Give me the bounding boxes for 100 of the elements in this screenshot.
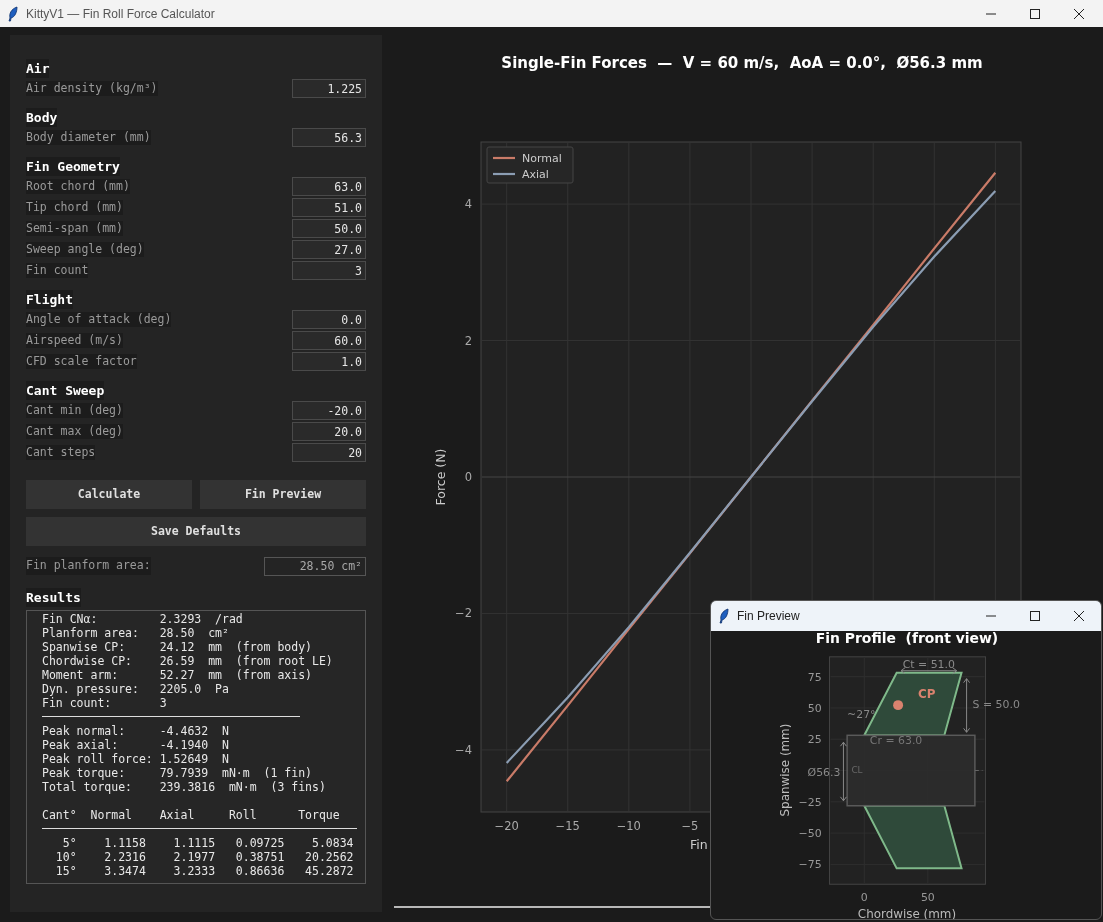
y-tick-label: −75 — [798, 858, 822, 872]
x-tick-label: −15 — [555, 819, 580, 833]
field-label: Body diameter (mm) — [26, 130, 151, 145]
input-field[interactable]: 1.0 — [292, 352, 366, 371]
input-field[interactable]: 56.3 — [292, 128, 366, 147]
angle-label: ~27° — [847, 708, 876, 722]
table-cell-text: 0.09725 — [234, 836, 285, 850]
section-heading: Fin Geometry — [26, 157, 120, 176]
dimension-arrow — [963, 678, 971, 733]
result-label: Peak axial: — [42, 738, 120, 752]
input-field[interactable]: -20.0 — [292, 401, 366, 420]
section-heading: Air — [26, 59, 50, 78]
result-value: 79.7939 mN·m (1 fin) — [159, 766, 312, 780]
input-field[interactable]: 60.0 — [292, 331, 366, 350]
result-label: Fin CNα: — [42, 612, 99, 626]
result-value: 28.50 cm² — [159, 626, 229, 640]
column-header: Torque — [298, 808, 341, 822]
feather-icon — [718, 608, 730, 624]
table-cell-text: 15° — [54, 864, 77, 878]
dimension-arrow — [900, 667, 958, 675]
section-heading: Body — [26, 108, 58, 127]
table-cell-text: 2.1977 — [172, 850, 216, 864]
input-field[interactable]: 63.0 — [292, 177, 366, 196]
field-label: Sweep angle (deg) — [26, 242, 144, 257]
input-field[interactable]: 27.0 — [292, 240, 366, 259]
cp-label: CP — [917, 686, 936, 701]
legend-label: Normal — [522, 152, 562, 165]
section-heading: Cant Sweep — [26, 381, 105, 400]
field-label: Cant max (deg) — [26, 424, 123, 439]
field-label: Semi-span (mm) — [26, 221, 123, 236]
input-field[interactable]: 20.0 — [292, 422, 366, 441]
table-cell-text: 1.1158 — [103, 836, 146, 850]
close-icon — [1073, 7, 1085, 20]
input-field[interactable]: 0.0 — [292, 310, 366, 329]
result-label: Chordwise CP: — [42, 654, 133, 668]
input-field[interactable]: 1.225 — [292, 79, 366, 98]
table-cell-text: 0.38751 — [234, 850, 285, 864]
result-label: Moment arm: — [42, 668, 120, 682]
y-tick-label: −4 — [455, 742, 472, 757]
result-value: 26.59 mm (from root LE) — [159, 654, 333, 668]
table-cell-text: 3.2333 — [172, 864, 216, 878]
result-label: Peak normal: — [42, 724, 127, 738]
result-value: 1.52649 N — [159, 752, 229, 766]
table-cell-text: 45.2872 — [304, 864, 354, 878]
y-tick-label: 4 — [464, 197, 472, 212]
legend-label: Axial — [522, 168, 549, 181]
input-field[interactable]: 51.0 — [292, 198, 366, 217]
table-cell-text: 2.2316 — [103, 850, 146, 864]
result-value: 52.27 mm (from axis) — [159, 668, 312, 682]
result-label: Total torque: — [42, 780, 133, 794]
column-header: Normal — [90, 808, 133, 822]
x-tick-label: −20 — [494, 819, 519, 833]
table-cell-text: 3.3474 — [103, 864, 146, 878]
y-tick-label: 75 — [807, 670, 822, 684]
y-tick-label: 2 — [464, 333, 472, 348]
dimension-label: S = 50.0 — [972, 698, 1020, 712]
column-header: Axial — [159, 808, 196, 822]
result-label: Spanwise CP: — [42, 640, 127, 654]
x-tick-label: −10 — [616, 819, 641, 833]
x-axis-label: Fin — [690, 837, 708, 852]
result-value: -4.4632 N — [159, 724, 229, 738]
dimension-label: Ct = 51.0 — [902, 657, 955, 671]
result-value: 3 — [159, 696, 167, 710]
result-value: -4.1940 N — [159, 738, 229, 752]
result-label: Peak torque: — [42, 766, 127, 780]
y-tick-label: 0 — [464, 470, 472, 484]
field-label: Cant steps — [26, 445, 96, 460]
result-label: Dyn. pressure: — [42, 682, 140, 696]
table-cell-text: 10° — [54, 850, 77, 864]
field-label: CFD scale factor — [26, 354, 137, 369]
y-tick-label: 25 — [807, 733, 822, 747]
input-field[interactable]: 20 — [292, 443, 366, 462]
window-title: KittyV1 — Fin Roll Force Calculator — [26, 5, 215, 23]
close-icon — [1073, 610, 1085, 622]
column-header: Roll — [228, 808, 258, 822]
y-axis-label: Force (N) — [433, 448, 448, 506]
column-header: Cant° — [42, 808, 78, 822]
action-button[interactable]: Fin Preview — [200, 480, 366, 509]
maximize-icon — [1029, 7, 1041, 20]
action-button[interactable]: Calculate — [26, 480, 192, 509]
save-defaults-button[interactable]: Save Defaults — [26, 517, 366, 546]
field-label: Air density (kg/m³) — [26, 81, 158, 96]
y-tick-label: 50 — [807, 701, 822, 715]
table-cell-text: 0.86636 — [234, 864, 285, 878]
field-label: Cant min (deg) — [26, 403, 123, 418]
output-field[interactable]: 28.50 cm² — [264, 556, 366, 576]
result-value: 2205.0 Pa — [159, 682, 229, 696]
table-cell-text: 20.2562 — [304, 850, 354, 864]
dimension-arrow — [839, 741, 847, 802]
input-field[interactable]: 3 — [292, 261, 366, 280]
input-field[interactable]: 50.0 — [292, 219, 366, 238]
result-value: 2.3293 /rad — [159, 612, 243, 626]
table-cell-text: 1.1115 — [172, 836, 216, 850]
diameter-label: Ø56.3 — [807, 766, 841, 779]
section-heading: Results — [26, 588, 81, 607]
field-label: Fin count — [26, 263, 89, 278]
result-label: Peak roll force: — [42, 752, 154, 766]
table-cell-text: 5.0834 — [311, 836, 354, 850]
x-tick-label: −5 — [681, 819, 699, 833]
chart-title: Single-Fin Forces — V = 60 m/s, AoA = 0.0°, Ø56.3 mm — [501, 54, 983, 72]
